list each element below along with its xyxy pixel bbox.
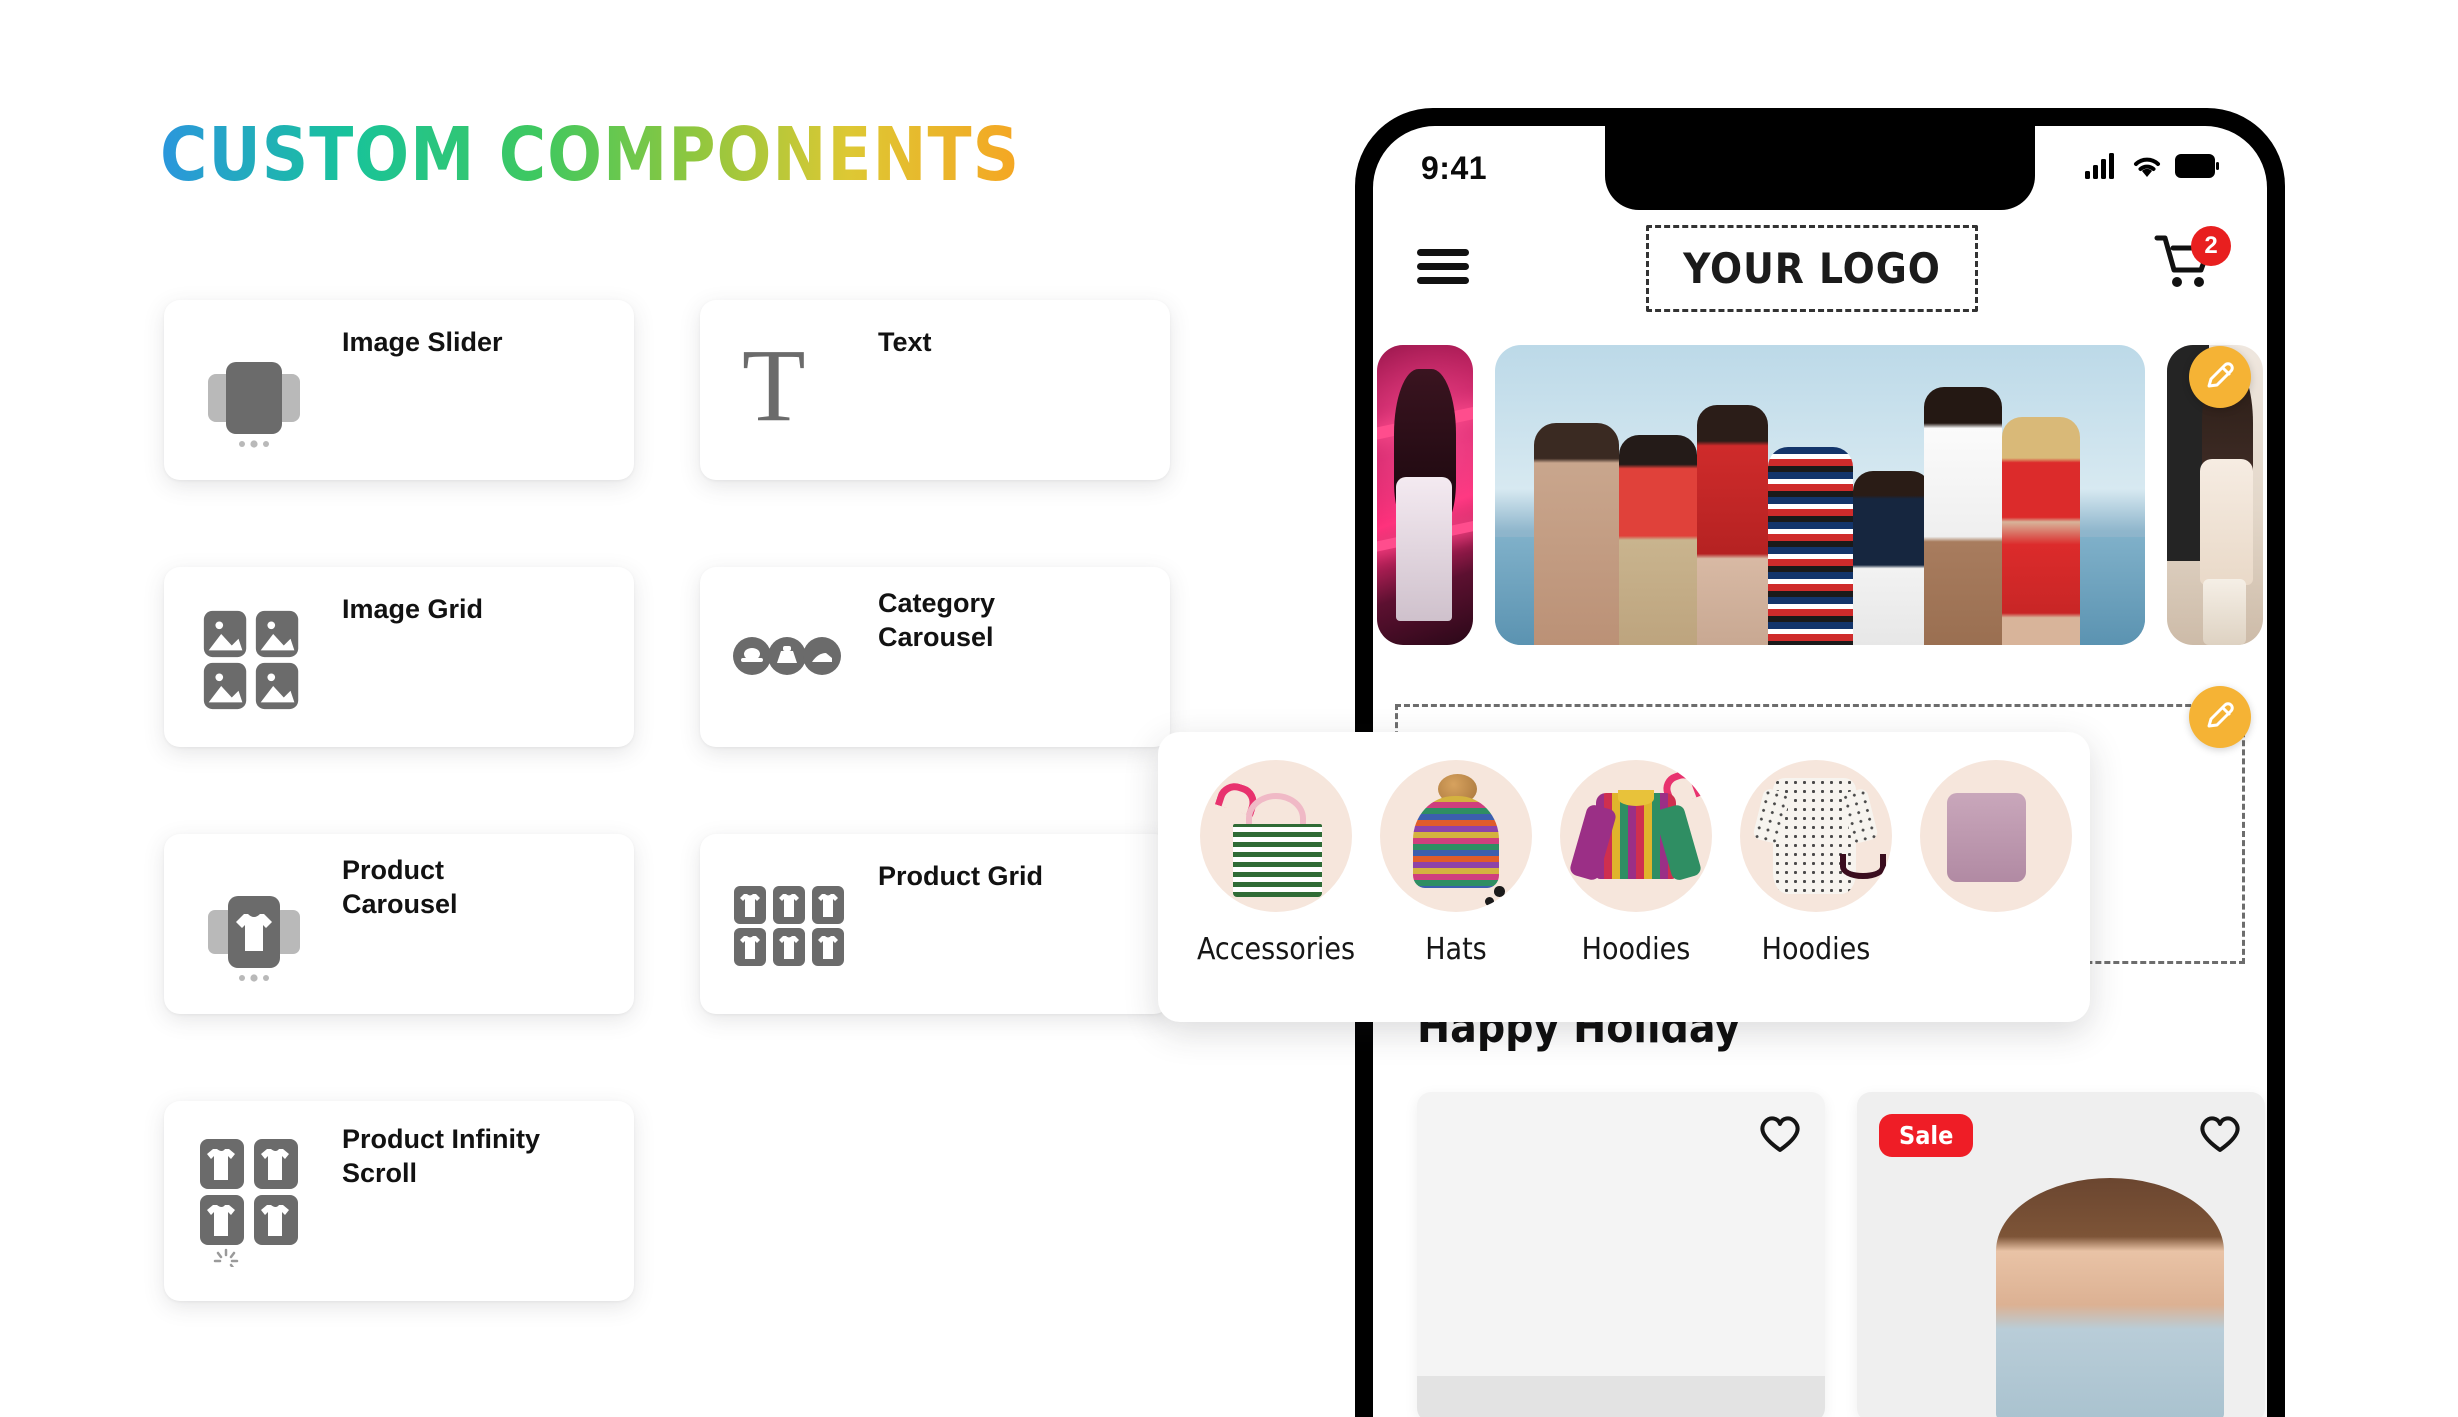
product-card[interactable]: Sale	[1857, 1092, 2265, 1417]
partial-item-image	[1920, 760, 2072, 912]
component-label: Text	[878, 327, 932, 357]
wifi-icon	[2131, 153, 2163, 184]
category-item-partial[interactable]	[1906, 760, 2086, 932]
green-gingham-tote-bag-image	[1200, 760, 1352, 912]
product-image	[1995, 1177, 2225, 1417]
component-label: Product Grid	[878, 861, 1044, 891]
product-grid-icon	[732, 884, 850, 968]
signal-bars-icon	[2085, 152, 2119, 184]
battery-icon	[2175, 153, 2219, 183]
product-infinity-scroll-icon	[198, 1137, 308, 1271]
edit-hero-slider-button[interactable]	[2189, 346, 2251, 408]
category-label: Hats	[1425, 932, 1487, 967]
pencil-edit-icon	[2207, 702, 2234, 728]
category-label: Hoodies	[1581, 932, 1691, 967]
heart-outline-icon[interactable]	[2197, 1112, 2243, 1159]
component-card-category-carousel[interactable]: Category Carousel	[700, 567, 1170, 747]
card-footer-strip	[1417, 1376, 1825, 1417]
category-item-hats[interactable]: Hats	[1366, 760, 1546, 967]
component-card-text[interactable]: T Text	[700, 300, 1170, 480]
edit-category-carousel-button[interactable]	[2189, 686, 2251, 748]
component-card-product-carousel[interactable]: Product Carousel	[164, 834, 634, 1014]
component-label: Image Slider	[342, 327, 503, 357]
rainbow-knit-beanie-image	[1380, 760, 1532, 912]
status-time: 9:41	[1421, 149, 1488, 186]
image-slider-icon	[200, 350, 308, 450]
pencil-edit-icon	[2207, 362, 2234, 388]
shopping-cart-button[interactable]: 2	[2153, 226, 2231, 304]
components-panel: CUSTOM COMPONENTS Image Slider T Text Im…	[0, 0, 1360, 1417]
dotted-onesie-pajama-image	[1740, 760, 1892, 912]
component-card-image-slider[interactable]: Image Slider	[164, 300, 634, 480]
hero-slide-fashion-group[interactable]	[1495, 345, 2145, 645]
category-label: Accessories	[1196, 932, 1356, 967]
hero-slide-neon-pink[interactable]	[1377, 345, 1473, 645]
category-item-hoodies-2[interactable]: Hoodies	[1726, 760, 1906, 967]
component-card-product-grid[interactable]: Product Grid	[700, 834, 1170, 1014]
hero-image-slider[interactable]	[1373, 330, 2267, 660]
component-label: Category Carousel	[878, 588, 996, 652]
component-label: Product Carousel	[342, 855, 458, 919]
hamburger-menu-icon[interactable]	[1415, 244, 1471, 293]
heart-outline-icon[interactable]	[1757, 1112, 1803, 1159]
page-title: CUSTOM COMPONENTS	[160, 112, 1021, 198]
status-icons	[2085, 152, 2219, 184]
sale-badge: Sale	[1879, 1114, 1974, 1157]
logo-text: YOUR LOGO	[1683, 243, 1941, 293]
image-grid-icon	[200, 607, 308, 710]
component-label: Product Infinity Scroll	[342, 1124, 540, 1188]
text-t-icon: T	[742, 328, 806, 443]
component-label: Image Grid	[342, 594, 484, 624]
category-carousel-floating-card[interactable]: Accessories Hats Hoodies Hoodies	[1158, 732, 2090, 1022]
component-card-product-infinity-scroll[interactable]: Product Infinity Scroll	[164, 1101, 634, 1301]
phone-notch	[1605, 126, 2035, 210]
category-item-accessories[interactable]: Accessories	[1186, 760, 1366, 967]
app-header: YOUR LOGO 2	[1373, 214, 2267, 322]
category-label: Hoodies	[1761, 932, 1871, 967]
rainbow-striped-sweater-image	[1560, 760, 1712, 912]
component-card-image-grid[interactable]: Image Grid	[164, 567, 634, 747]
category-carousel-icon	[732, 633, 842, 679]
category-item-hoodies-1[interactable]: Hoodies	[1546, 760, 1726, 967]
logo-placeholder-box[interactable]: YOUR LOGO	[1646, 224, 1978, 312]
cart-badge: 2	[2191, 226, 2231, 266]
product-card[interactable]	[1417, 1092, 1825, 1417]
product-carousel-icon	[200, 884, 308, 984]
